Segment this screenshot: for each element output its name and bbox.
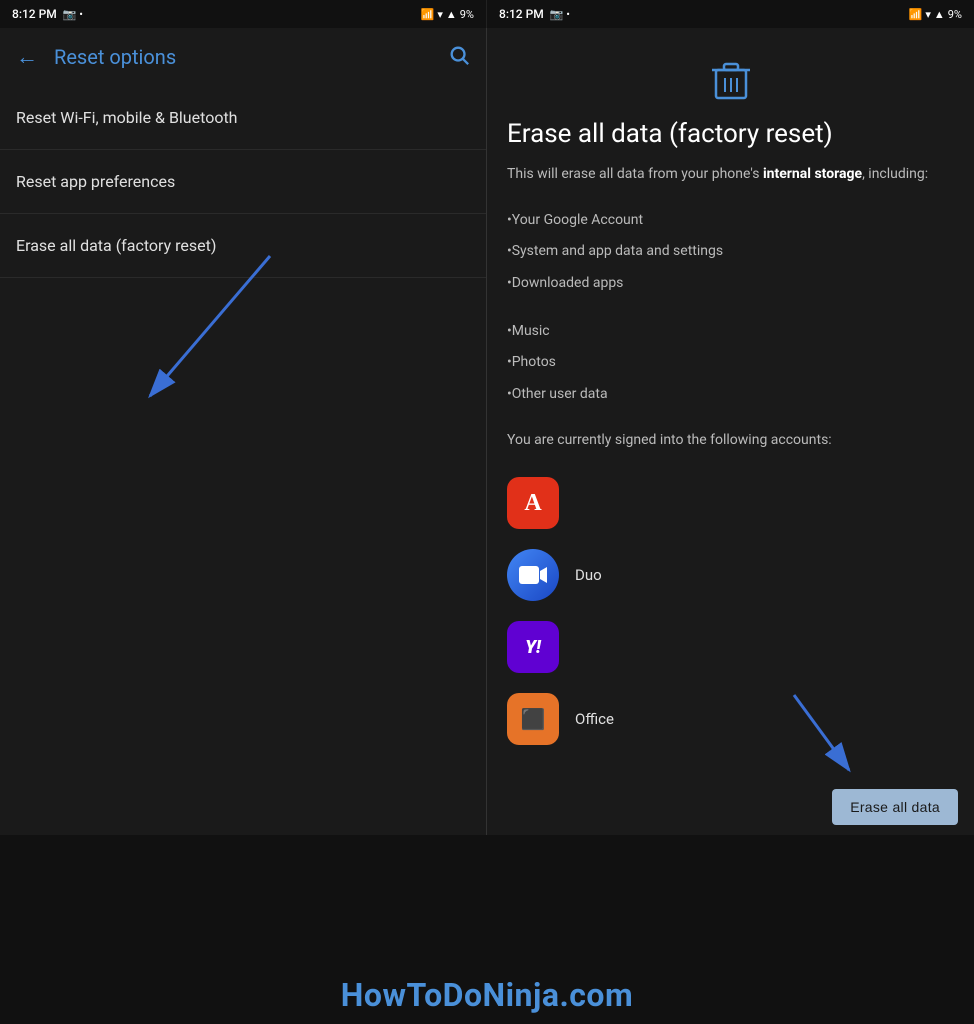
bullet-google: •Your Google Account [507,205,954,237]
bullet-apps: •Downloaded apps [507,268,954,300]
bluetooth-icon: 📶 [421,8,435,21]
search-button[interactable] [448,44,470,71]
app-row-duo: Duo [507,539,954,611]
app-row-yahoo: Y! [507,611,954,683]
right-signal-icon: ▲ [934,8,945,21]
duo-label: Duo [575,566,602,584]
office-icon: ⬛ [507,693,559,745]
bullet-list: •Your Google Account •System and app dat… [507,205,954,411]
right-battery: 9% [948,8,962,21]
watermark: HowToDoNinja.com [0,966,974,1024]
bullet-music: •Music [507,316,954,348]
erase-content: Erase all data (factory reset) This will… [487,28,974,835]
back-button[interactable]: ← [16,44,38,70]
erase-subtitle: This will erase all data from your phone… [507,164,954,185]
yahoo-icon: Y! [507,621,559,673]
bullet-system: •System and app data and settings [507,236,954,268]
right-panel[interactable]: Erase all data (factory reset) This will… [487,28,974,835]
menu-item-app-prefs[interactable]: Reset app preferences [0,150,486,214]
right-time: 8:12 PM [499,7,544,21]
erase-title: Erase all data (factory reset) [507,118,954,152]
accounts-label: You are currently signed into the follow… [507,430,954,451]
app-row-adobe: A [507,467,954,539]
right-bluetooth-icon: 📶 [909,8,923,21]
left-status-bar: 8:12 PM 📷 • 📶 ▾ ▲ 9% [0,0,487,28]
signal-icon: ▲ [446,8,457,21]
trash-icon [711,58,751,102]
bullet-user-data: •Other user data [507,379,954,411]
app-row-office: ⬛ Office [507,683,954,755]
menu-list: Reset Wi-Fi, mobile & Bluetooth Reset ap… [0,86,486,835]
menu-item-factory-reset[interactable]: Erase all data (factory reset) [0,214,486,278]
office-label: Office [575,710,614,728]
trash-icon-wrap [507,58,954,102]
page-title: Reset options [54,45,448,69]
duo-icon [507,549,559,601]
toolbar: ← Reset options [0,28,486,86]
right-status-bar: 8:12 PM 📷 • 📶 ▾ ▲ 9% [487,0,974,28]
wifi-icon: ▾ [437,8,443,21]
right-wifi-icon: ▾ [925,8,931,21]
bullet-photos: •Photos [507,347,954,379]
adobe-icon: A [507,477,559,529]
battery-left: 9% [460,8,474,21]
erase-all-data-button[interactable]: Erase all data [832,789,958,825]
left-right-icons: 📶 ▾ ▲ 9% [421,8,474,21]
left-time: 8:12 PM [12,7,57,21]
left-panel: ← Reset options Reset Wi-Fi, mobile & Bl… [0,28,487,835]
menu-item-wifi[interactable]: Reset Wi-Fi, mobile & Bluetooth [0,86,486,150]
right-status-icons: 📷 • [550,8,570,21]
erase-btn-bar: Erase all data [487,779,974,835]
screens-container: ← Reset options Reset Wi-Fi, mobile & Bl… [0,28,974,835]
left-status-icons: 📷 • [63,8,83,21]
right-right-icons: 📶 ▾ ▲ 9% [909,8,962,21]
status-bars: 8:12 PM 📷 • 📶 ▾ ▲ 9% 8:12 PM 📷 • 📶 ▾ ▲ 9… [0,0,974,28]
